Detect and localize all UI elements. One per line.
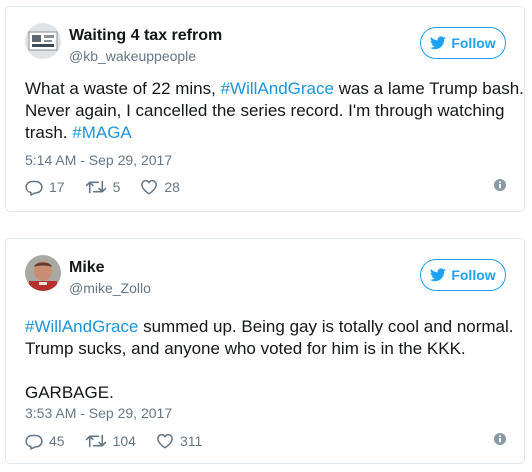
like-count: 311 [179, 433, 203, 449]
tweet-text: What a waste of 22 mins, #WillAndGrace w… [25, 78, 524, 144]
text-segment: Trump sucks, and anyone who voted for hi… [25, 339, 466, 358]
like-count: 28 [164, 179, 180, 195]
retweet-button[interactable]: 5 [85, 179, 121, 195]
info-icon [494, 179, 506, 191]
heart-icon [157, 433, 173, 449]
avatar[interactable] [25, 255, 61, 291]
follow-button[interactable]: Follow [420, 259, 506, 291]
hashtag-link[interactable]: #WillAndGrace [25, 317, 138, 336]
info-button[interactable] [494, 178, 506, 196]
hashtag-link[interactable]: #MAGA [72, 123, 132, 142]
text-segment: was a lame Trump bash. [333, 79, 524, 98]
action-bar: 17 5 28 [25, 177, 506, 197]
retweet-count: 104 [112, 433, 136, 449]
text-segment: Never again, I cancelled the series reco… [25, 101, 505, 120]
heart-icon [141, 179, 158, 195]
username[interactable]: @kb_wakeuppeople [69, 48, 196, 64]
text-segment: summed up. Being gay is totally cool and… [138, 317, 514, 336]
avatar[interactable] [25, 23, 61, 59]
tweet-text: #WillAndGrace summed up. Being gay is to… [25, 316, 514, 404]
display-name[interactable]: Waiting 4 tax refrom [69, 27, 222, 45]
retweet-icon [85, 180, 106, 194]
retweet-count: 5 [112, 179, 121, 195]
display-name[interactable]: Mike [69, 259, 105, 277]
twitter-bird-icon [430, 268, 447, 282]
tweet-card: Waiting 4 tax refrom @kb_wakeuppeople Fo… [5, 6, 525, 212]
text-segment: trash. [25, 123, 73, 142]
hashtag-link[interactable]: #WillAndGrace [221, 79, 334, 98]
text-segment: What a waste of 22 mins, [25, 79, 221, 98]
like-button[interactable]: 28 [140, 179, 180, 195]
reply-icon [25, 434, 43, 450]
reply-count: 45 [49, 433, 65, 449]
twitter-bird-icon [430, 36, 447, 50]
follow-label: Follow [451, 35, 496, 51]
timestamp[interactable]: 3:53 AM - Sep 29, 2017 [25, 405, 172, 421]
timestamp[interactable]: 5:14 AM - Sep 29, 2017 [25, 152, 172, 168]
tweet-card: Mike @mike_Zollo Follow #WillAndGrace su… [5, 238, 525, 464]
retweet-button[interactable]: 104 [85, 433, 136, 449]
action-bar: 45 104 311 [25, 431, 506, 451]
username[interactable]: @mike_Zollo [69, 280, 151, 296]
reply-icon [25, 180, 43, 196]
like-button[interactable]: 311 [156, 433, 202, 449]
info-button[interactable] [494, 432, 506, 450]
follow-button[interactable]: Follow [420, 27, 506, 59]
reply-count: 17 [49, 179, 65, 195]
reply-button[interactable]: 45 [25, 433, 65, 450]
follow-label: Follow [451, 267, 496, 283]
info-icon [494, 433, 506, 445]
text-segment: GARBAGE. [25, 383, 114, 402]
retweet-icon [85, 434, 106, 448]
reply-button[interactable]: 17 [25, 179, 65, 196]
